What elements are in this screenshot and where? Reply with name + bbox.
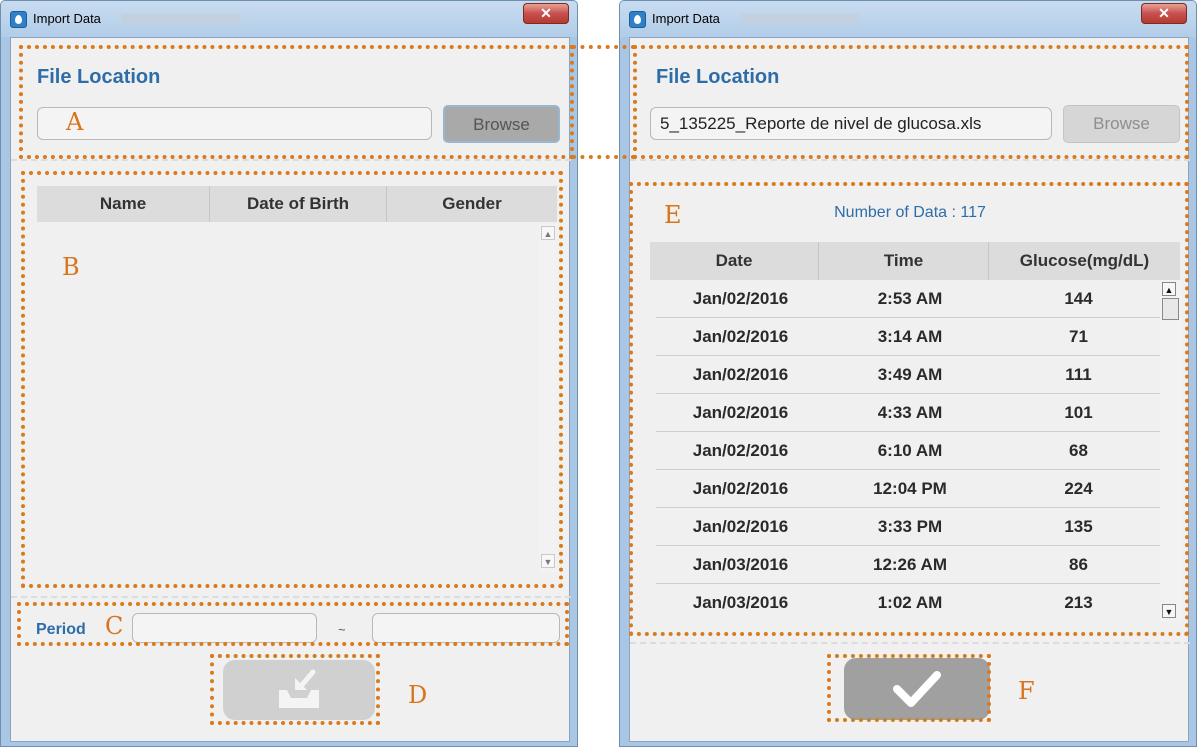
window-title: Import Data xyxy=(33,11,101,26)
close-button[interactable]: ✕ xyxy=(523,3,569,24)
divider xyxy=(11,159,571,161)
divider xyxy=(630,642,1190,644)
callout-box-e xyxy=(629,182,1189,636)
callout-label-e: E xyxy=(664,201,682,229)
callout-connector-top xyxy=(572,45,635,49)
blurred-title-detail xyxy=(121,13,241,23)
callout-box-a xyxy=(19,45,574,159)
window-title: Import Data xyxy=(652,11,720,26)
app-icon xyxy=(10,11,27,28)
callout-label-a: A xyxy=(66,108,84,136)
callout-box-c xyxy=(17,602,569,646)
callout-connector-bottom xyxy=(572,155,635,159)
title-bar[interactable]: Import Data ✕ xyxy=(620,1,1196,37)
app-icon xyxy=(629,11,646,28)
callout-label-b: B xyxy=(62,253,80,281)
callout-label-f: F xyxy=(1018,677,1035,705)
callout-box-f xyxy=(827,654,991,722)
callout-box-b xyxy=(21,171,563,588)
divider xyxy=(11,596,571,598)
divider xyxy=(630,159,1190,161)
callout-label-d: D xyxy=(408,681,428,709)
title-bar[interactable]: Import Data ✕ xyxy=(1,1,577,37)
callout-box-d xyxy=(210,654,380,725)
close-button[interactable]: ✕ xyxy=(1141,3,1187,24)
callout-box-a-right xyxy=(633,45,1189,159)
blurred-title-detail xyxy=(740,13,860,23)
callout-label-c: C xyxy=(105,612,124,640)
